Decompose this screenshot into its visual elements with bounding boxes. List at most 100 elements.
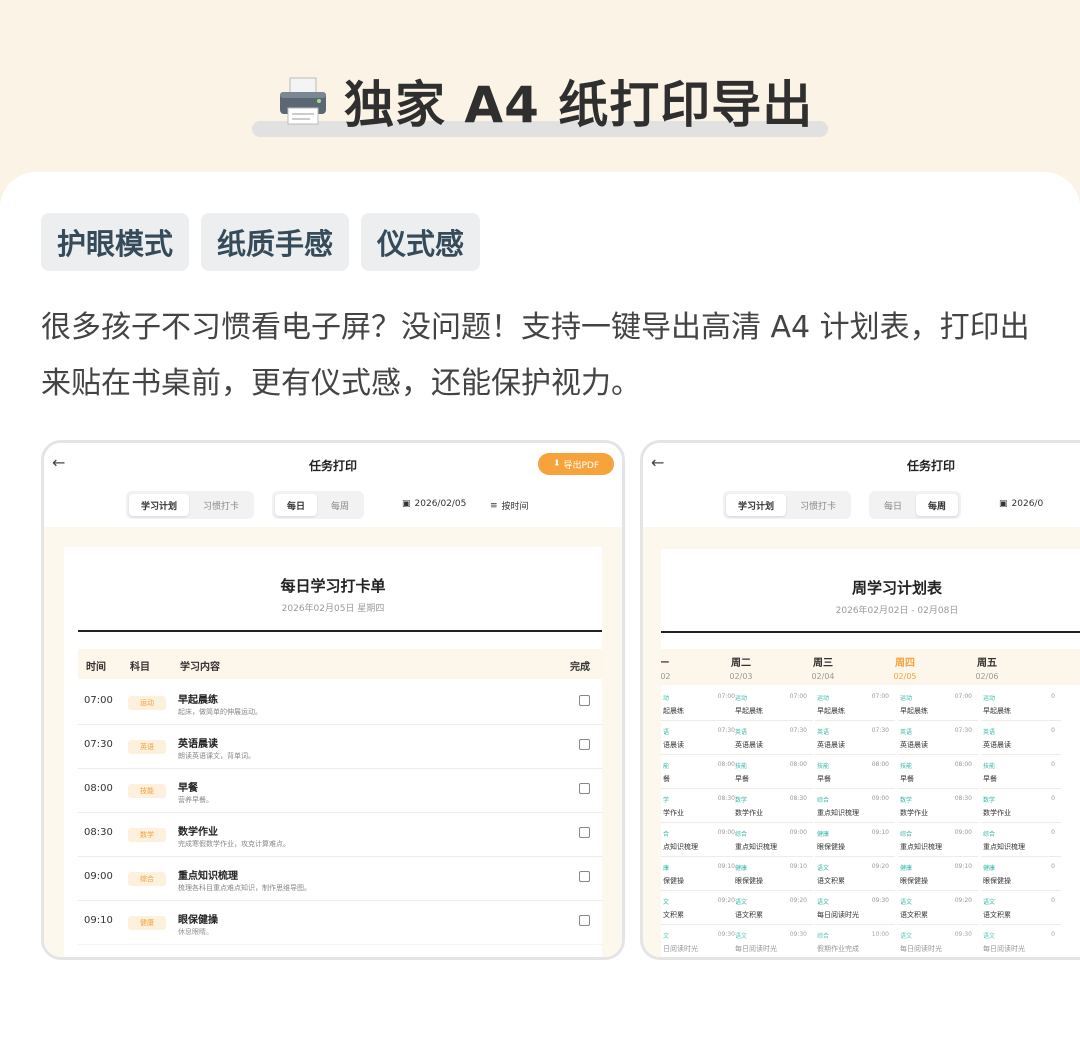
col-content: 学习内容 <box>180 662 220 673</box>
cell-time: 0 <box>1051 693 1055 700</box>
cell-time: 0 <box>1051 761 1055 768</box>
day-date: 02/02 <box>661 672 671 681</box>
task-note: 梳理各科目重点难点知识，制作思维导图。 <box>178 884 311 892</box>
mode-daily[interactable]: 每日 <box>872 494 914 516</box>
cell-task: 重点知识梳理 <box>983 843 1025 851</box>
week-cell: 语文 09:20 语文积累 <box>733 893 813 925</box>
cell-time: 07:30 <box>789 727 807 734</box>
cell-task: 语晨读 <box>663 741 684 749</box>
feature-tags: 护眼模式 纸质手感 仪式感 <box>41 213 481 271</box>
cell-task: 餐 <box>663 775 670 783</box>
week-cell: 运动 07:00 早起晨练 <box>815 689 895 721</box>
cell-task: 英语晨读 <box>735 741 763 749</box>
cell-subject: 综合 <box>983 831 996 838</box>
cell-task: 早餐 <box>817 775 831 783</box>
cell-subject: 英语 <box>900 729 913 736</box>
mode-daily[interactable]: 每日 <box>275 494 318 516</box>
cell-subject: 语文 <box>735 899 748 906</box>
week-cell: 技能 08:00 早餐 <box>815 757 895 789</box>
header-rule <box>661 631 1080 633</box>
done-checkbox[interactable] <box>579 871 590 882</box>
back-arrow-icon[interactable]: ← <box>651 453 664 472</box>
tab-habit-checkin[interactable]: 习惯打卡 <box>788 494 848 516</box>
toolbar: 学习计划 习惯打卡 每日 每周 ▣ 2026/0 <box>643 487 1080 527</box>
export-pdf-button[interactable]: ⬇ 导出PDF <box>538 453 614 475</box>
subject-badge: 技能 <box>128 784 166 798</box>
task-note: 营养早餐。 <box>178 796 213 804</box>
back-arrow-icon[interactable]: ← <box>52 453 65 472</box>
row-time: 07:30 <box>84 739 113 750</box>
day-header: 周五 02/06 <box>946 649 1028 685</box>
cell-time: 0 <box>1051 829 1055 836</box>
cell-time: 0 <box>1051 863 1055 870</box>
tag-paper-feel: 纸质手感 <box>201 213 350 271</box>
subject-badge: 数学 <box>128 828 166 842</box>
feature-description: 很多孩子不习惯看电子屏？没问题！支持一键导出高清 A4 计划表，打印出来贴在书桌… <box>41 310 1030 401</box>
mode-weekly[interactable]: 每周 <box>916 494 959 516</box>
week-cell: 综合 09:00 重点知识梳理 <box>815 791 895 823</box>
done-checkbox[interactable] <box>579 783 590 794</box>
mode-weekly[interactable]: 每周 <box>319 494 361 516</box>
done-checkbox[interactable] <box>579 739 590 750</box>
cell-subject: 健康 <box>735 865 748 872</box>
week-cell: 语 07:30 语晨读 <box>661 723 741 755</box>
cell-task: 保健操 <box>663 877 684 885</box>
task-note: 朗读英语课文，背单词。 <box>178 752 255 760</box>
cell-task: 数学作业 <box>983 809 1011 817</box>
cell-time: 07:00 <box>789 693 807 700</box>
cell-task: 英语晨读 <box>983 741 1011 749</box>
week-cell: 语文 09:20 语文积累 <box>898 893 978 925</box>
day-date: 02/05 <box>893 672 917 681</box>
week-cell: 技能 08:00 早餐 <box>898 757 978 789</box>
cell-task: 点知识梳理 <box>663 843 698 851</box>
export-label: 导出PDF <box>563 460 600 471</box>
week-cell: 数学 08:30 数学作业 <box>898 791 978 823</box>
content-card: 护眼模式 纸质手感 仪式感 很多孩子不习惯看电子屏？没问题！支持一键导出高清 A… <box>0 172 1080 1041</box>
tab-study-plan[interactable]: 学习计划 <box>129 494 190 516</box>
cell-task: 每日阅读时光 <box>817 911 859 919</box>
week-cell: 运动 07:00 早起晨练 <box>733 689 813 721</box>
col-done: 完成 <box>570 662 590 673</box>
cell-task: 早起晨练 <box>817 707 845 715</box>
task-note: 起床，做简单的伸展运动。 <box>178 708 262 716</box>
cell-subject: 语 <box>663 729 670 736</box>
tab-habit-checkin[interactable]: 习惯打卡 <box>191 494 251 516</box>
done-checkbox[interactable] <box>579 695 590 706</box>
day-date: 02/04 <box>811 672 835 681</box>
cell-task: 文积累 <box>663 911 684 919</box>
task-name: 眼保健操 <box>178 915 218 926</box>
col-subject: 科目 <box>130 662 150 673</box>
cell-task: 数学作业 <box>735 809 763 817</box>
week-cell: 语文 09:30 每日阅读时光 <box>815 893 895 925</box>
week-cell: 技能 08:00 早餐 <box>733 757 813 789</box>
sort-selector[interactable]: ≡ 按时间 <box>490 499 529 513</box>
calendar-icon: ▣ <box>402 499 411 509</box>
done-checkbox[interactable] <box>579 827 590 838</box>
row-time: 09:10 <box>84 915 113 926</box>
tag-eye-care: 护眼模式 <box>41 213 190 271</box>
day-name: 周二 <box>731 658 751 669</box>
tab-study-plan[interactable]: 学习计划 <box>726 494 787 516</box>
day-name: 周一 <box>661 654 700 669</box>
week-cell: 英语 07:30 英语晨读 <box>898 723 978 755</box>
cell-subject: 英语 <box>735 729 748 736</box>
sheet-subtitle: 2026年02月05日 星期四 <box>281 604 385 614</box>
cell-task: 英语晨读 <box>900 741 928 749</box>
cell-task: 数学作业 <box>900 809 928 817</box>
cell-subject: 技能 <box>817 763 830 770</box>
week-cell: 能 08:00 餐 <box>661 757 741 789</box>
cell-task: 起晨练 <box>663 707 684 715</box>
done-checkbox[interactable] <box>579 915 590 926</box>
subject-badge: 英语 <box>128 740 166 754</box>
table-row: 07:30 英语 英语晨读 朗读英语课文，背单词。 <box>78 725 602 769</box>
week-cell: 综合 09:00 重点知识梳理 <box>733 825 813 857</box>
cell-time: 09:10 <box>789 863 807 870</box>
cell-subject: 英语 <box>983 729 996 736</box>
date-picker[interactable]: ▣ 2026/0 <box>999 499 1043 509</box>
date-picker[interactable]: ▣ 2026/02/05 <box>402 499 466 509</box>
cell-subject: 运动 <box>735 695 748 702</box>
week-cell: 健康 09:10 眼保健操 <box>733 859 813 891</box>
cell-time: 0 <box>1051 727 1055 734</box>
day-name: 周五 <box>977 658 997 669</box>
week-cell: 英语 07:30 英语晨读 <box>815 723 895 755</box>
